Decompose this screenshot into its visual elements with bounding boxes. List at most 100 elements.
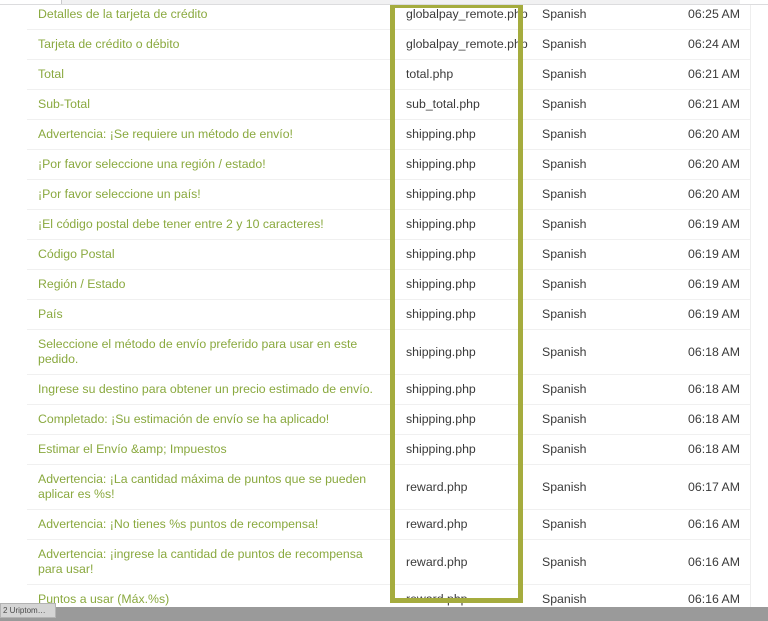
table-row: País shipping.php Spanish 06:19 AM xyxy=(27,299,750,330)
definition-link[interactable]: País xyxy=(38,307,63,321)
definition-link[interactable]: Ingrese su destino para obtener un preci… xyxy=(38,382,373,396)
cell-file: shipping.php xyxy=(395,149,531,180)
cell-language: Spanish xyxy=(531,374,641,405)
cell-definition[interactable]: Seleccione el método de envío preferido … xyxy=(27,329,395,375)
cell-definition[interactable]: Total xyxy=(27,59,395,90)
cell-definition[interactable]: Sub-Total xyxy=(27,89,395,120)
cell-file: reward.php xyxy=(395,509,531,540)
cell-file: sub_total.php xyxy=(395,89,531,120)
definition-link[interactable]: Advertencia: ¡La cantidad máxima de punt… xyxy=(38,472,366,501)
cell-file: total.php xyxy=(395,59,531,90)
cell-file: shipping.php xyxy=(395,209,531,240)
definition-link[interactable]: Tarjeta de crédito o débito xyxy=(38,37,180,51)
cell-time: 06:19 AM xyxy=(641,269,750,300)
cell-time: 06:18 AM xyxy=(641,374,750,405)
definition-link[interactable]: ¡El código postal debe tener entre 2 y 1… xyxy=(38,217,324,231)
cell-definition[interactable]: Estimar el Envío &amp; Impuestos xyxy=(27,434,395,465)
definition-link[interactable]: Código Postal xyxy=(38,247,115,261)
cell-language: Spanish xyxy=(531,299,641,330)
cell-file: reward.php xyxy=(395,464,531,510)
cell-language: Spanish xyxy=(531,239,641,270)
table-row: Total total.php Spanish 06:21 AM xyxy=(27,59,750,90)
cell-definition[interactable]: Advertencia: ¡Se requiere un método de e… xyxy=(27,119,395,150)
cell-time: 06:16 AM xyxy=(641,539,750,585)
cell-definition[interactable]: ¡El código postal debe tener entre 2 y 1… xyxy=(27,209,395,240)
cell-time: 06:20 AM xyxy=(641,119,750,150)
cell-file: globalpay_remote.php xyxy=(395,29,531,60)
browser-chrome-strip xyxy=(0,0,768,5)
os-taskbar: 2 Uriptom… xyxy=(0,603,768,621)
table-body: Detalles de la tarjeta de crédito globalp… xyxy=(27,0,750,621)
cell-time: 06:18 AM xyxy=(641,434,750,465)
browser-tab-sliver[interactable] xyxy=(0,0,62,4)
taskbar-item[interactable]: 2 Uriptom… xyxy=(0,603,56,618)
table-row: Región / Estado shipping.php Spanish 06:19 … xyxy=(27,269,750,300)
definition-link[interactable]: Advertencia: ¡ingrese la cantidad de pun… xyxy=(38,547,363,576)
cell-file: shipping.php xyxy=(395,299,531,330)
cell-time: 06:18 AM xyxy=(641,329,750,375)
cell-file: shipping.php xyxy=(395,434,531,465)
definition-link[interactable]: Seleccione el método de envío preferido … xyxy=(38,337,357,366)
table-row: Advertencia: ¡La cantidad máxima de punt… xyxy=(27,464,750,510)
cell-definition[interactable]: Completado: ¡Su estimación de envío se h… xyxy=(27,404,395,435)
language-definitions-table: Detalles de la tarjeta de crédito globalp… xyxy=(27,0,750,621)
table-row: Advertencia: ¡Se requiere un método de e… xyxy=(27,119,750,150)
definition-link[interactable]: ¡Por favor seleccione una región / estad… xyxy=(38,157,266,171)
cell-definition[interactable]: Advertencia: ¡La cantidad máxima de punt… xyxy=(27,464,395,510)
cell-language: Spanish xyxy=(531,404,641,435)
definition-link[interactable]: Puntos a usar (Máx.%s) xyxy=(38,592,169,606)
definition-link[interactable]: Advertencia: ¡No tienes %s puntos de rec… xyxy=(38,517,318,531)
cell-language: Spanish xyxy=(531,329,641,375)
cell-definition[interactable]: ¡Por favor seleccione un país! xyxy=(27,179,395,210)
browser-chrome-right-sliver xyxy=(740,0,768,4)
cell-language: Spanish xyxy=(531,509,641,540)
cell-time: 06:20 AM xyxy=(641,179,750,210)
cell-language: Spanish xyxy=(531,119,641,150)
cell-time: 06:21 AM xyxy=(641,59,750,90)
cell-time: 06:19 AM xyxy=(641,299,750,330)
cell-file: shipping.php xyxy=(395,374,531,405)
cell-definition[interactable]: Advertencia: ¡ingrese la cantidad de pun… xyxy=(27,539,395,585)
definition-link[interactable]: Total xyxy=(38,67,64,81)
cell-definition[interactable]: Código Postal xyxy=(27,239,395,270)
table-row: Estimar el Envío &amp; Impuestos shipping… xyxy=(27,434,750,465)
cell-file: shipping.php xyxy=(395,269,531,300)
cell-language: Spanish xyxy=(531,149,641,180)
table-row: Seleccione el método de envío preferido … xyxy=(27,329,750,375)
cell-language: Spanish xyxy=(531,209,641,240)
definition-link[interactable]: Estimar el Envío &amp; Impuestos xyxy=(38,442,227,456)
cell-definition[interactable]: Región / Estado xyxy=(27,269,395,300)
cell-time: 06:17 AM xyxy=(641,464,750,510)
cell-time: 06:21 AM xyxy=(641,89,750,120)
cell-time: 06:16 AM xyxy=(641,509,750,540)
cell-definition[interactable]: Advertencia: ¡No tienes %s puntos de rec… xyxy=(27,509,395,540)
table-row: Advertencia: ¡ingrese la cantidad de pun… xyxy=(27,539,750,585)
cell-time: 06:18 AM xyxy=(641,404,750,435)
cell-language: Spanish xyxy=(531,434,641,465)
definition-link[interactable]: Detalles de la tarjeta de crédito xyxy=(38,7,208,21)
definition-link[interactable]: Completado: ¡Su estimación de envío se h… xyxy=(38,412,329,426)
table-row: Advertencia: ¡No tienes %s puntos de rec… xyxy=(27,509,750,540)
cell-file: shipping.php xyxy=(395,179,531,210)
definition-link[interactable]: Advertencia: ¡Se requiere un método de e… xyxy=(38,127,293,141)
table-row: ¡Por favor seleccione una región / estad… xyxy=(27,149,750,180)
page-content-area: Detalles de la tarjeta de crédito globalp… xyxy=(0,0,768,621)
cell-time: 06:20 AM xyxy=(641,149,750,180)
table-row: ¡El código postal debe tener entre 2 y 1… xyxy=(27,209,750,240)
cell-language: Spanish xyxy=(531,539,641,585)
cell-definition[interactable]: Ingrese su destino para obtener un preci… xyxy=(27,374,395,405)
table-row: Tarjeta de crédito o débito globalpay_rem… xyxy=(27,29,750,60)
definition-link[interactable]: Sub-Total xyxy=(38,97,90,111)
cell-language: Spanish xyxy=(531,59,641,90)
cell-definition[interactable]: Tarjeta de crédito o débito xyxy=(27,29,395,60)
definition-link[interactable]: Región / Estado xyxy=(38,277,126,291)
cell-time: 06:24 AM xyxy=(641,29,750,60)
cell-file: shipping.php xyxy=(395,329,531,375)
cell-file: shipping.php xyxy=(395,404,531,435)
table-row: Sub-Total sub_total.php Spanish 06:21 AM xyxy=(27,89,750,120)
cell-file: shipping.php xyxy=(395,119,531,150)
cell-definition[interactable]: País xyxy=(27,299,395,330)
cell-language: Spanish xyxy=(531,89,641,120)
cell-definition[interactable]: ¡Por favor seleccione una región / estad… xyxy=(27,149,395,180)
definition-link[interactable]: ¡Por favor seleccione un país! xyxy=(38,187,201,201)
